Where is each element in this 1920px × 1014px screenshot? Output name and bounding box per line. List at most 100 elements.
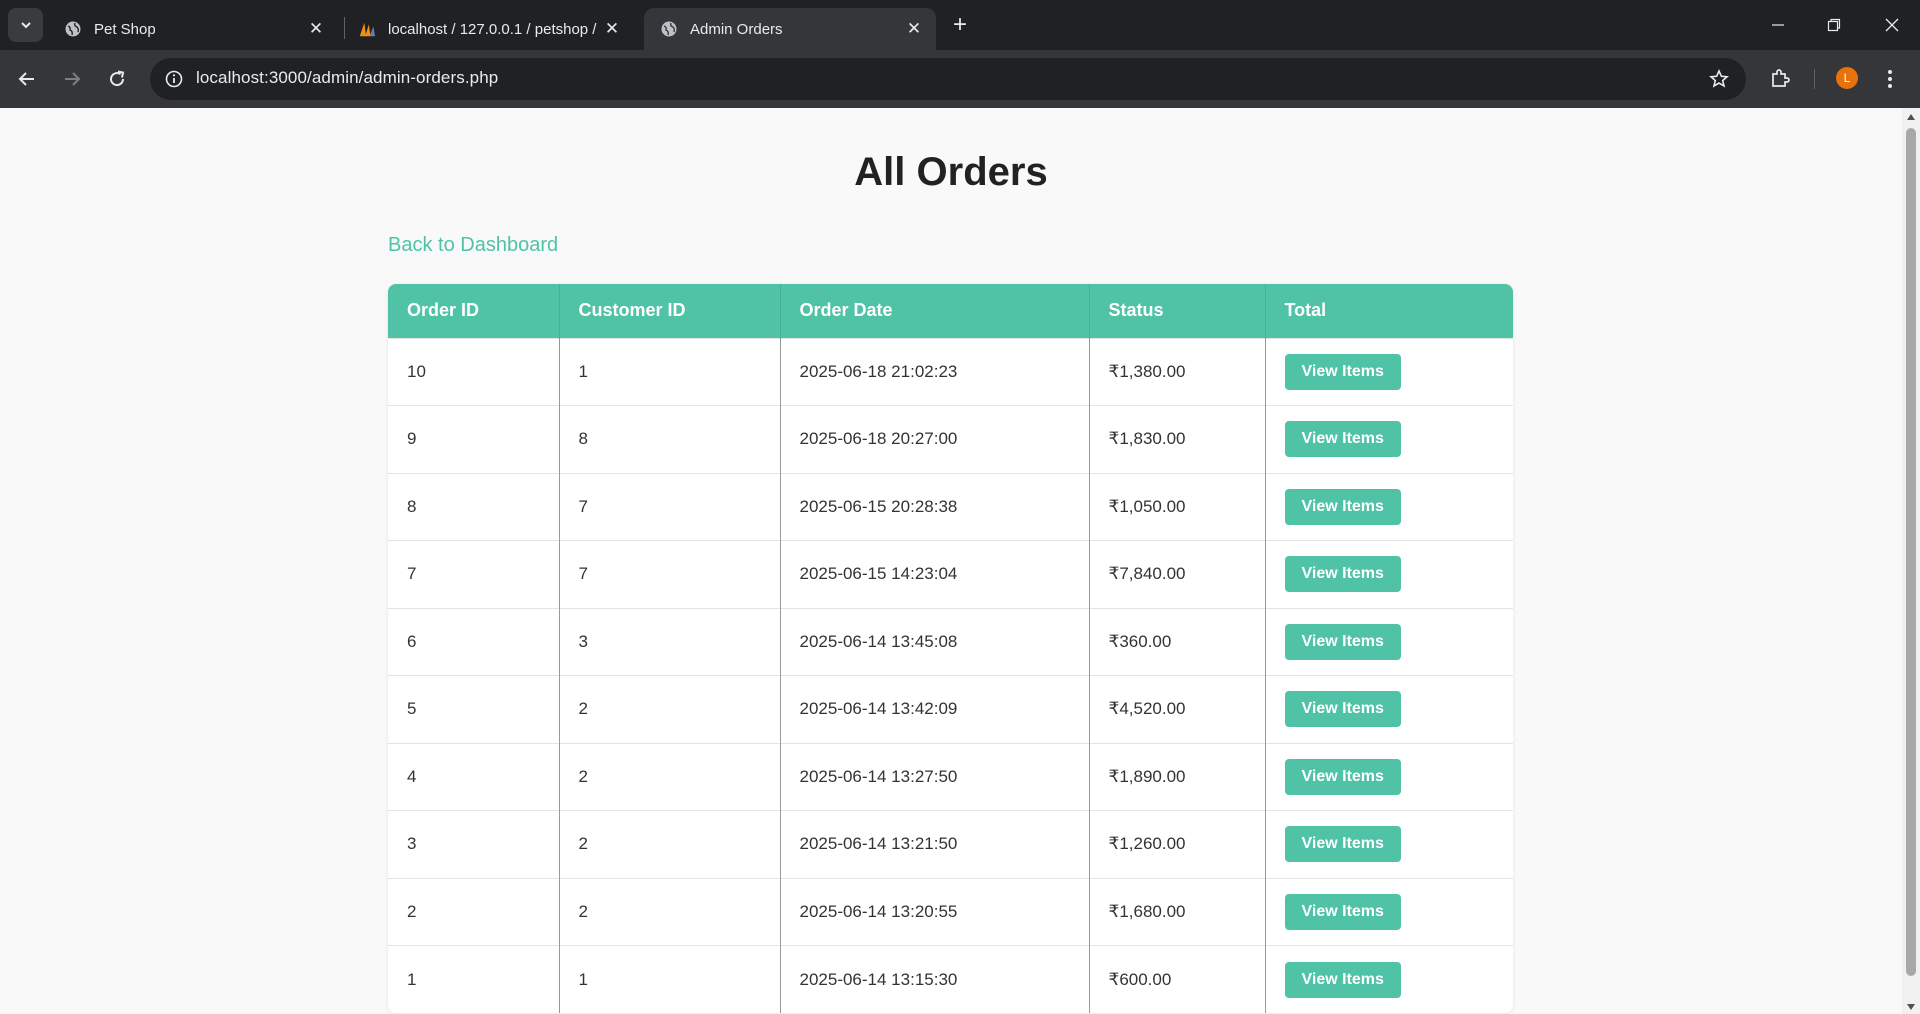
bookmark-star-icon[interactable]	[1708, 68, 1730, 90]
table-row: 7 7 2025-06-15 14:23:04 ₹7,840.00 View Items	[388, 540, 1513, 608]
close-icon[interactable]: ✕	[902, 17, 926, 41]
view-items-button[interactable]: View Items	[1284, 893, 1401, 930]
close-icon[interactable]: ✕	[304, 17, 328, 41]
forward-arrow-icon[interactable]	[52, 59, 92, 99]
total-cell: View Items	[1264, 675, 1513, 743]
new-tab-plus-icon[interactable]: +	[945, 10, 975, 40]
browser-toolbar: localhost:3000/admin/admin-orders.php	[0, 50, 1920, 108]
order-date-cell: 2025-06-18 20:27:00	[779, 405, 1089, 473]
total-cell: View Items	[1264, 405, 1513, 473]
view-items-button[interactable]: View Items	[1284, 623, 1401, 660]
site-info-icon[interactable]	[164, 69, 184, 89]
back-arrow-icon[interactable]	[7, 59, 47, 99]
status-cell: ₹1,890.00	[1088, 742, 1265, 811]
order-id-cell: 2	[388, 877, 559, 946]
total-cell: View Items	[1264, 540, 1513, 608]
customer-id-cell: 8	[558, 405, 780, 473]
order-date-cell: 2025-06-14 13:27:50	[779, 742, 1089, 811]
close-icon[interactable]: ✕	[600, 17, 624, 41]
minimize-icon[interactable]	[1750, 0, 1806, 50]
address-bar[interactable]: localhost:3000/admin/admin-orders.php	[150, 58, 1746, 100]
reload-icon[interactable]	[97, 59, 137, 99]
order-date-cell: 2025-06-14 13:20:55	[779, 877, 1089, 946]
toolbar-divider	[1814, 69, 1815, 89]
order-date-cell: 2025-06-18 21:02:23	[779, 337, 1089, 406]
order-id-cell: 6	[388, 607, 559, 676]
browser-tab-bar: Pet Shop ✕ localhost / 127.0.0.1 / petsh…	[0, 0, 1920, 50]
close-window-icon[interactable]	[1864, 0, 1920, 50]
restore-icon[interactable]	[1806, 0, 1862, 50]
total-cell: View Items	[1264, 337, 1513, 406]
order-id-cell: 4	[388, 742, 559, 811]
column-header-status: Status	[1088, 284, 1265, 338]
status-cell: ₹1,260.00	[1088, 810, 1265, 878]
order-id-cell: 10	[388, 337, 559, 406]
tab-phpmyadmin[interactable]: localhost / 127.0.0.1 / petshop / ✕	[342, 8, 634, 50]
view-items-button[interactable]: View Items	[1284, 488, 1401, 525]
table-row: 5 2 2025-06-14 13:42:09 ₹4,520.00 View Items	[388, 675, 1513, 743]
order-id-cell: 1	[388, 945, 559, 1013]
table-header-row: Order ID Customer ID Order Date Status T…	[388, 284, 1513, 338]
tab-search-button[interactable]	[8, 8, 43, 42]
order-date-cell: 2025-06-14 13:21:50	[779, 810, 1089, 878]
view-items-button[interactable]: View Items	[1284, 353, 1401, 390]
table-row: 9 8 2025-06-18 20:27:00 ₹1,830.00 View Items	[388, 405, 1513, 473]
page-content: All Orders Back to Dashboard Order ID Cu…	[0, 108, 1902, 1014]
column-header-order-date: Order Date	[779, 284, 1089, 338]
customer-id-cell: 2	[558, 675, 780, 743]
orders-table: Order ID Customer ID Order Date Status T…	[388, 284, 1513, 1013]
view-items-button[interactable]: View Items	[1284, 961, 1401, 998]
customer-id-cell: 7	[558, 540, 780, 608]
customer-id-cell: 1	[558, 945, 780, 1013]
total-cell: View Items	[1264, 607, 1513, 676]
customer-id-cell: 3	[558, 607, 780, 676]
scrollbar-thumb[interactable]	[1906, 128, 1916, 976]
order-id-cell: 5	[388, 675, 559, 743]
globe-icon	[64, 20, 82, 38]
phpmyadmin-icon	[358, 20, 376, 38]
orders-table-body: 10 1 2025-06-18 21:02:23 ₹1,380.00 View Item…	[388, 337, 1513, 1013]
total-cell: View Items	[1264, 472, 1513, 541]
table-row: 3 2 2025-06-14 13:21:50 ₹1,260.00 View Items	[388, 810, 1513, 878]
status-cell: ₹1,050.00	[1088, 472, 1265, 541]
view-items-button[interactable]: View Items	[1284, 421, 1401, 458]
status-cell: ₹7,840.00	[1088, 540, 1265, 608]
page-title: All Orders	[854, 150, 1048, 194]
more-menu-icon[interactable]	[1876, 65, 1904, 93]
table-row: 1 1 2025-06-14 13:15:30 ₹600.00 View Items	[388, 945, 1513, 1013]
globe-icon	[660, 20, 678, 38]
status-cell: ₹1,380.00	[1088, 337, 1265, 406]
order-date-cell: 2025-06-15 20:28:38	[779, 472, 1089, 541]
order-id-cell: 3	[388, 810, 559, 878]
view-items-button[interactable]: View Items	[1284, 758, 1401, 795]
extensions-puzzle-icon[interactable]	[1766, 65, 1794, 93]
customer-id-cell: 7	[558, 472, 780, 541]
url-text: localhost:3000/admin/admin-orders.php	[196, 68, 499, 87]
table-row: 6 3 2025-06-14 13:45:08 ₹360.00 View Items	[388, 607, 1513, 676]
status-cell: ₹4,520.00	[1088, 675, 1265, 743]
view-items-button[interactable]: View Items	[1284, 826, 1401, 863]
table-row: 4 2 2025-06-14 13:27:50 ₹1,890.00 View Items	[388, 742, 1513, 811]
total-cell: View Items	[1264, 945, 1513, 1013]
back-to-dashboard-link[interactable]: Back to Dashboard	[388, 234, 558, 257]
page-scrollbar[interactable]	[1902, 108, 1920, 1014]
column-header-total: Total	[1264, 284, 1513, 338]
tab-pet-shop[interactable]: Pet Shop ✕	[48, 8, 338, 50]
order-id-cell: 7	[388, 540, 559, 608]
order-date-cell: 2025-06-14 13:15:30	[779, 945, 1089, 1013]
scroll-up-arrow-icon[interactable]	[1902, 110, 1920, 124]
table-row: 2 2 2025-06-14 13:20:55 ₹1,680.00 View Items	[388, 877, 1513, 946]
tab-title: Admin Orders	[690, 20, 783, 38]
view-items-button[interactable]: View Items	[1284, 556, 1401, 593]
order-date-cell: 2025-06-15 14:23:04	[779, 540, 1089, 608]
view-items-button[interactable]: View Items	[1284, 691, 1401, 728]
tab-admin-orders[interactable]: Admin Orders ✕	[644, 8, 936, 50]
profile-avatar[interactable]: L	[1836, 67, 1858, 89]
tab-title: Pet Shop	[94, 20, 156, 38]
status-cell: ₹1,680.00	[1088, 877, 1265, 946]
tab-title: localhost / 127.0.0.1 / petshop /	[388, 20, 597, 38]
scroll-down-arrow-icon[interactable]	[1902, 1000, 1920, 1014]
customer-id-cell: 2	[558, 742, 780, 811]
customer-id-cell: 2	[558, 810, 780, 878]
column-header-customer-id: Customer ID	[558, 284, 780, 338]
